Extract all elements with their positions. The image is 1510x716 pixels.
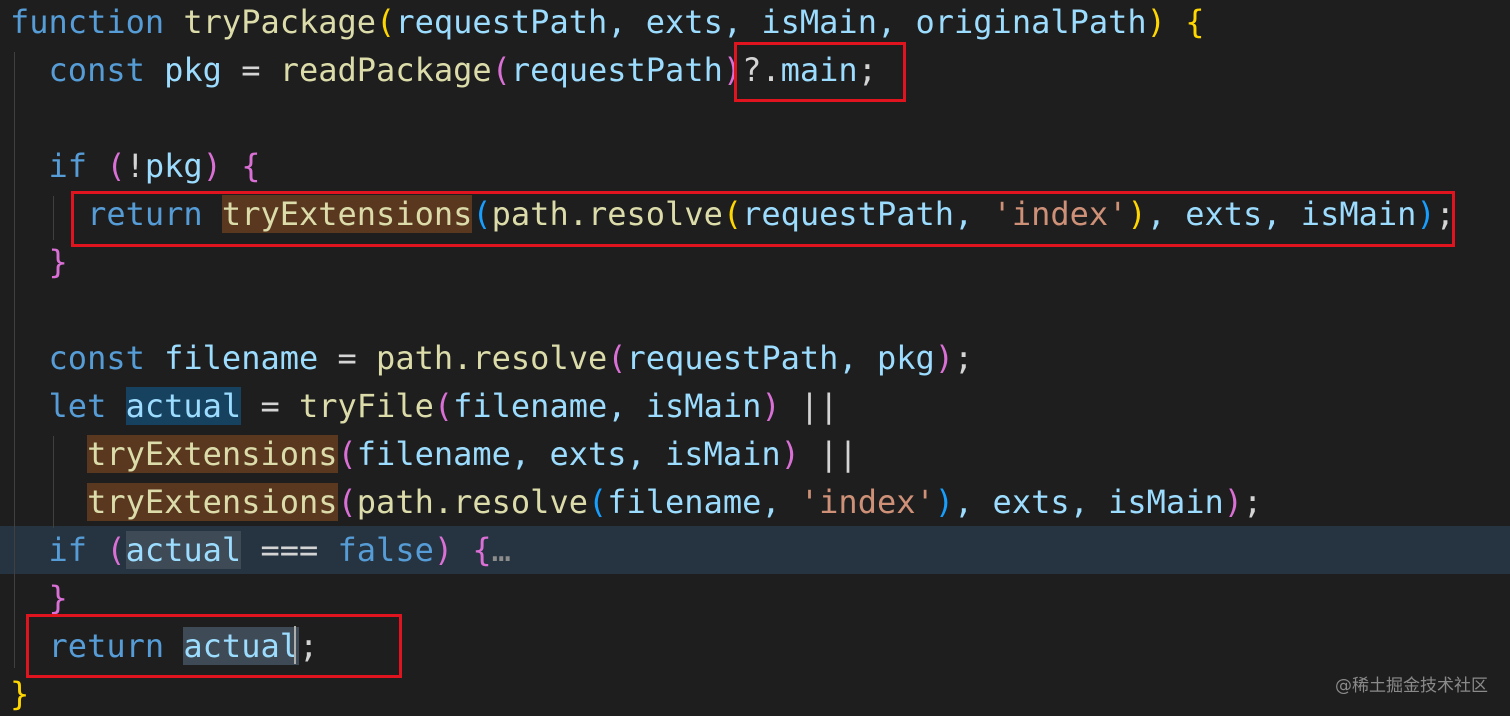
code-token: === <box>241 531 338 569</box>
code-token: requestPath <box>510 51 723 89</box>
code-token: actual <box>125 531 242 569</box>
code-token: tryExtensions <box>87 435 338 473</box>
code-editor[interactable]: function tryPackage(requestPath, exts, i… <box>0 0 1510 716</box>
code-token: let <box>48 387 107 425</box>
code-token: = <box>241 387 299 425</box>
code-token: ( <box>106 147 126 185</box>
code-token: } <box>48 579 68 617</box>
code-token: , exts, isMain <box>954 483 1224 521</box>
code-token: tryExtensions <box>87 483 338 521</box>
code-token: 'index' <box>799 483 935 521</box>
code-token: if <box>48 531 88 569</box>
code-token: filename, <box>607 483 800 521</box>
highlight-box-optional-chaining <box>734 42 906 102</box>
code-token: ) <box>780 435 800 473</box>
code-line[interactable]: function tryPackage(requestPath, exts, i… <box>0 0 1510 46</box>
code-token: pkg <box>144 147 203 185</box>
code-token: || <box>799 435 858 473</box>
code-line[interactable] <box>0 286 1510 334</box>
code-token: actual <box>125 387 242 425</box>
code-token: requestPath, exts, isMain, originalPath <box>395 3 1147 41</box>
code-token: ) <box>1223 483 1243 521</box>
code-token: ( <box>433 387 454 425</box>
text-cursor <box>294 626 296 664</box>
code-token: path.resolve <box>356 483 588 521</box>
code-token: filename <box>164 339 319 377</box>
highlight-box-return-try-extensions <box>71 191 1455 247</box>
watermark: @稀土掘金技术社区 <box>1335 676 1488 696</box>
indent-guide-if-block <box>53 196 54 240</box>
code-token: ( <box>337 435 357 473</box>
code-token: ( <box>607 339 627 377</box>
code-line[interactable]: if (actual === false) {… <box>0 526 1510 574</box>
highlight-box-return-actual <box>26 614 402 678</box>
code-token: ! <box>125 147 145 185</box>
code-token: filename, exts, isMain <box>356 435 781 473</box>
code-token: { <box>1185 3 1205 41</box>
code-token: { <box>472 531 492 569</box>
code-token: ) <box>433 531 454 569</box>
code-token: false <box>337 531 434 569</box>
code-token: = <box>318 339 377 377</box>
code-token: ( <box>491 51 511 89</box>
fold-ellipsis-icon[interactable]: … <box>492 531 511 569</box>
code-token: tryPackage <box>183 3 377 41</box>
code-token: if <box>48 147 88 185</box>
code-token: { <box>241 147 261 185</box>
code-token: pkg <box>164 51 222 89</box>
code-token: = <box>221 51 280 89</box>
code-line[interactable]: if (!pkg) { <box>0 142 1510 190</box>
code-token: ( <box>106 531 126 569</box>
code-token: ) <box>202 147 222 185</box>
code-token: ; <box>954 339 974 377</box>
code-token: ) <box>934 483 955 521</box>
code-token: || <box>780 387 839 425</box>
code-token: ( <box>587 483 608 521</box>
code-token: ( <box>337 483 357 521</box>
code-token: const <box>48 339 145 377</box>
code-line[interactable]: const filename = path.resolve(requestPat… <box>0 334 1510 382</box>
code-token: ; <box>1243 483 1263 521</box>
code-token: ( <box>376 3 396 41</box>
code-token: path.resolve <box>376 339 608 377</box>
code-token: filename, isMain <box>453 387 762 425</box>
code-token: tryFile <box>298 387 434 425</box>
code-token: ) <box>1146 3 1166 41</box>
code-line[interactable]: let actual = tryFile(filename, isMain) |… <box>0 382 1510 430</box>
code-token: function <box>10 3 165 41</box>
code-token: const <box>48 51 145 89</box>
code-token: ) <box>761 387 781 425</box>
code-line[interactable]: tryExtensions(filename, exts, isMain) || <box>0 430 1510 478</box>
indent-guide-function-body <box>14 52 15 668</box>
indent-guide-let-continuation <box>53 436 54 528</box>
code-token: readPackage <box>279 51 492 89</box>
code-line[interactable]: tryExtensions(path.resolve(filename, 'in… <box>0 478 1510 526</box>
code-token: } <box>48 243 68 281</box>
code-token: ) <box>934 339 955 377</box>
code-token: } <box>10 675 30 713</box>
code-token: requestPath, pkg <box>626 339 935 377</box>
